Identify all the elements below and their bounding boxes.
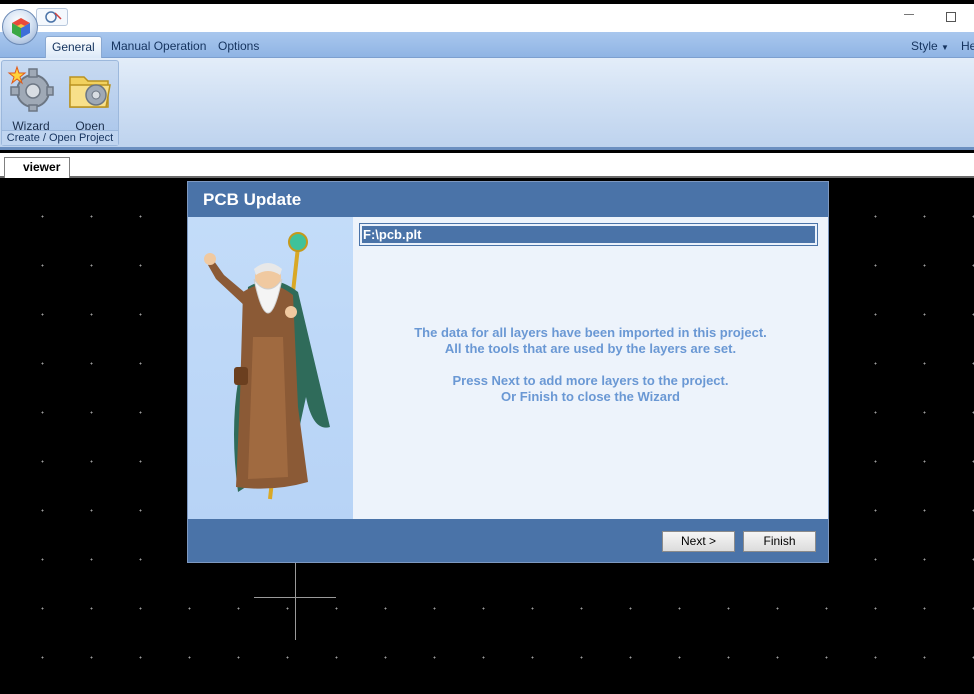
- quick-access-icon[interactable]: [36, 8, 68, 26]
- wizard-gear-icon: [7, 65, 54, 112]
- maximize-icon[interactable]: [946, 12, 956, 22]
- style-menu[interactable]: Style ▼: [905, 36, 955, 58]
- pcb-update-dialog: PCB Update F:\pcb.plt The data for all l…: [187, 181, 829, 563]
- message-line-1: The data for all layers have been import…: [414, 325, 767, 340]
- crosshair-vertical: [295, 562, 296, 640]
- title-bar: [0, 0, 974, 32]
- ribbon-tab-bar: General Manual Operation Options Style ▼…: [0, 32, 974, 58]
- open-button[interactable]: Open: [64, 65, 116, 133]
- open-folder-gear-icon: [69, 76, 111, 108]
- ribbon-panel: Wizard Open Create / Open Project: [0, 58, 974, 150]
- tab-general[interactable]: General: [45, 36, 102, 58]
- tab-manual-operation[interactable]: Manual Operation: [105, 36, 212, 58]
- minimize-icon[interactable]: [904, 14, 914, 15]
- wizard-figure-icon: [204, 232, 330, 500]
- wizard-illustration-panel: [188, 217, 353, 519]
- chevron-down-icon: ▼: [941, 43, 949, 52]
- ribbon-group-create-open: Wizard Open Create / Open Project: [1, 60, 119, 146]
- message-line-3: Press Next to add more layers to the pro…: [452, 373, 729, 388]
- finish-button[interactable]: Finish: [743, 531, 816, 552]
- document-tab-bar: viewer: [0, 153, 974, 178]
- help-menu[interactable]: He: [955, 36, 974, 58]
- wizard-button[interactable]: Wizard: [5, 65, 57, 133]
- dialog-title: PCB Update: [188, 182, 828, 217]
- dialog-footer: Next > Finish: [188, 519, 828, 562]
- app-menu-button[interactable]: [2, 9, 38, 45]
- style-label: Style: [911, 39, 938, 53]
- tab-viewer[interactable]: viewer: [4, 157, 70, 178]
- file-path-field[interactable]: F:\pcb.plt: [359, 223, 818, 246]
- next-button[interactable]: Next >: [662, 531, 735, 552]
- app-cube-icon: [12, 18, 30, 38]
- tab-options[interactable]: Options: [212, 36, 265, 58]
- group-caption: Create / Open Project: [2, 130, 118, 145]
- dialog-content: F:\pcb.plt The data for all layers have …: [353, 217, 828, 519]
- message-line-2: All the tools that are used by the layer…: [444, 341, 737, 356]
- message-line-4: Or Finish to close the Wizard: [500, 389, 681, 404]
